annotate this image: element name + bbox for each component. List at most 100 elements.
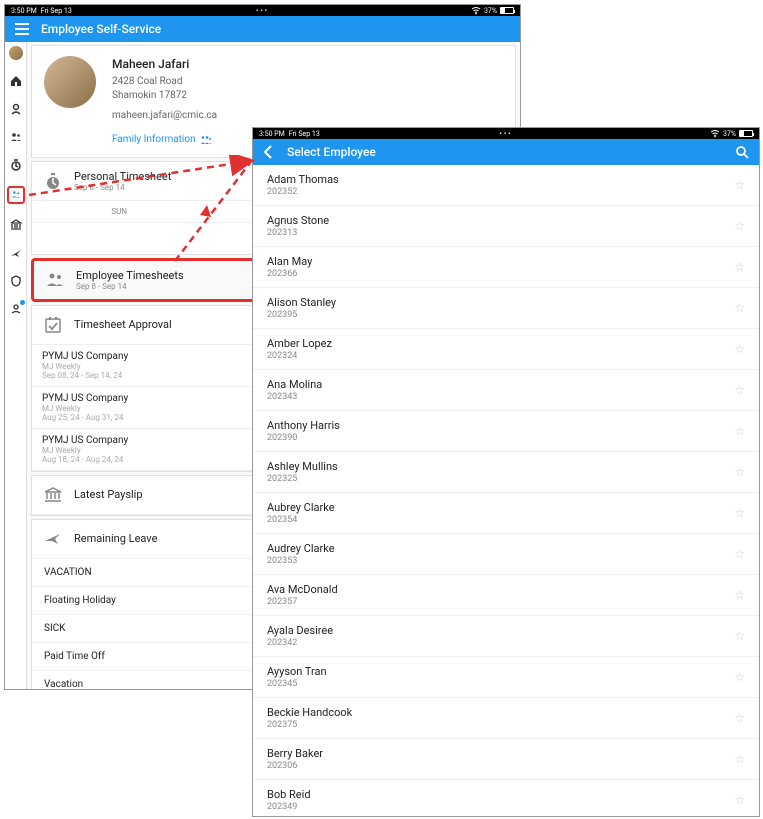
nav-bank-icon[interactable] (9, 218, 23, 232)
nav-people-icon[interactable] (9, 130, 23, 144)
avatar[interactable] (44, 56, 96, 108)
nav-timer-icon[interactable] (9, 158, 23, 172)
employee-id: 202342 (267, 638, 734, 648)
checkbox-icon (42, 314, 64, 336)
employee-name: Berry Baker (267, 747, 734, 760)
employee-id: 202313 (267, 228, 734, 238)
employee-id: 202345 (267, 679, 734, 689)
star-icon[interactable]: ☆ (734, 588, 745, 602)
status-date: Fri Sep 13 (41, 7, 72, 15)
employee-row[interactable]: Berry Baker202306☆ (253, 739, 759, 780)
employee-name: Audrey Clarke (267, 542, 734, 555)
section-subtitle: Sep 8 - Sep 14 (74, 183, 171, 192)
employee-id: 202354 (267, 515, 734, 525)
search-icon[interactable] (735, 145, 749, 159)
nav-timesheets-icon[interactable] (7, 186, 25, 204)
status-bar: 3:50 PM Fri Sep 13 ••• 37% (253, 128, 759, 139)
star-icon[interactable]: ☆ (734, 793, 745, 807)
star-icon[interactable]: ☆ (734, 547, 745, 561)
employee-row[interactable]: Bob Reid202349☆ (253, 780, 759, 816)
employee-id: 202306 (267, 761, 734, 771)
star-icon[interactable]: ☆ (734, 301, 745, 315)
employee-id: 202357 (267, 597, 734, 607)
employee-row[interactable]: Ashley Mullins202325☆ (253, 452, 759, 493)
status-time: 3:50 PM (11, 7, 37, 15)
employee-row[interactable]: Alan May202366☆ (253, 247, 759, 288)
employee-id: 202325 (267, 474, 734, 484)
employee-row[interactable]: Ana Molina202343☆ (253, 370, 759, 411)
app-bar: Select Employee (253, 139, 759, 165)
employee-id: 202395 (267, 310, 734, 320)
nav-home-icon[interactable] (9, 74, 23, 88)
section-title: Personal Timesheet (74, 170, 171, 183)
star-icon[interactable]: ☆ (734, 424, 745, 438)
nav-avatar-icon[interactable] (9, 46, 23, 60)
back-icon[interactable] (263, 145, 273, 159)
employee-name: Agnus Stone (267, 214, 734, 227)
employee-row[interactable]: Aubrey Clarke202354☆ (253, 493, 759, 534)
menu-icon[interactable] (15, 23, 29, 35)
employee-name: Amber Lopez (267, 337, 734, 350)
employee-row[interactable]: Amber Lopez202324☆ (253, 329, 759, 370)
nav-shield-icon[interactable] (9, 274, 23, 288)
profile-email: maheen.jafari@cmic.ca (112, 109, 217, 123)
nav-profile-icon[interactable] (9, 102, 23, 116)
battery-icon (500, 7, 514, 14)
star-icon[interactable]: ☆ (734, 383, 745, 397)
star-icon[interactable]: ☆ (734, 670, 745, 684)
employee-row[interactable]: Audrey Clarke202353☆ (253, 534, 759, 575)
employee-id: 202366 (267, 269, 734, 279)
nav-plane-icon[interactable] (9, 246, 23, 260)
star-icon[interactable]: ☆ (734, 219, 745, 233)
employee-name: Aubrey Clarke (267, 501, 734, 514)
employee-row[interactable]: Beckie Handcook202375☆ (253, 698, 759, 739)
employee-row[interactable]: Adam Thomas202352☆ (253, 165, 759, 206)
family-info-link[interactable]: Family Information (112, 133, 217, 147)
section-subtitle: Sep 8 - Sep 14 (76, 282, 184, 291)
people-icon (44, 269, 66, 291)
battery-percent: 37% (484, 7, 497, 15)
star-icon[interactable]: ☆ (734, 711, 745, 725)
status-time: 3:50 PM (259, 130, 285, 138)
employee-name: Anthony Harris (267, 419, 734, 432)
status-dots-icon: ••• (499, 130, 512, 138)
star-icon[interactable]: ☆ (734, 752, 745, 766)
bank-icon (42, 484, 64, 506)
employee-row[interactable]: Agnus Stone202313☆ (253, 206, 759, 247)
status-bar: 3:50 PM Fri Sep 13 ••• 37% (5, 5, 520, 16)
employee-name: Ashley Mullins (267, 460, 734, 473)
employee-list[interactable]: Adam Thomas202352☆Agnus Stone202313☆Alan… (253, 165, 759, 816)
profile-address2: Shamokin 17872 (112, 89, 217, 103)
day-value (42, 233, 196, 244)
star-icon[interactable]: ☆ (734, 342, 745, 356)
nav-notifications-icon[interactable] (9, 302, 23, 316)
employee-id: 202390 (267, 433, 734, 443)
employee-row[interactable]: Ava McDonald202357☆ (253, 575, 759, 616)
employee-id: 202375 (267, 720, 734, 730)
battery-icon (739, 130, 753, 137)
employee-name: Bob Reid (267, 788, 734, 801)
wifi-icon (471, 7, 481, 15)
star-icon[interactable]: ☆ (734, 506, 745, 520)
plane-icon (42, 528, 64, 550)
employee-row[interactable]: Alison Stanley202395☆ (253, 288, 759, 329)
employee-name: Alan May (267, 255, 734, 268)
employee-name: Alison Stanley (267, 296, 734, 309)
star-icon[interactable]: ☆ (734, 465, 745, 479)
section-title: Employee Timesheets (76, 269, 184, 282)
employee-id: 202324 (267, 351, 734, 361)
employee-id: 202353 (267, 556, 734, 566)
employee-name: Ava McDonald (267, 583, 734, 596)
star-icon[interactable]: ☆ (734, 178, 745, 192)
page-title: Select Employee (287, 145, 735, 159)
device-right: 3:50 PM Fri Sep 13 ••• 37% Select Employ… (252, 127, 760, 817)
employee-row[interactable]: Anthony Harris202390☆ (253, 411, 759, 452)
stopwatch-icon (42, 170, 64, 192)
status-dots-icon: ••• (256, 7, 269, 15)
star-icon[interactable]: ☆ (734, 629, 745, 643)
employee-row[interactable]: Ayala Desiree202342☆ (253, 616, 759, 657)
day-label: SUN (42, 207, 196, 216)
battery-percent: 37% (723, 130, 736, 138)
employee-row[interactable]: Ayyson Tran202345☆ (253, 657, 759, 698)
star-icon[interactable]: ☆ (734, 260, 745, 274)
